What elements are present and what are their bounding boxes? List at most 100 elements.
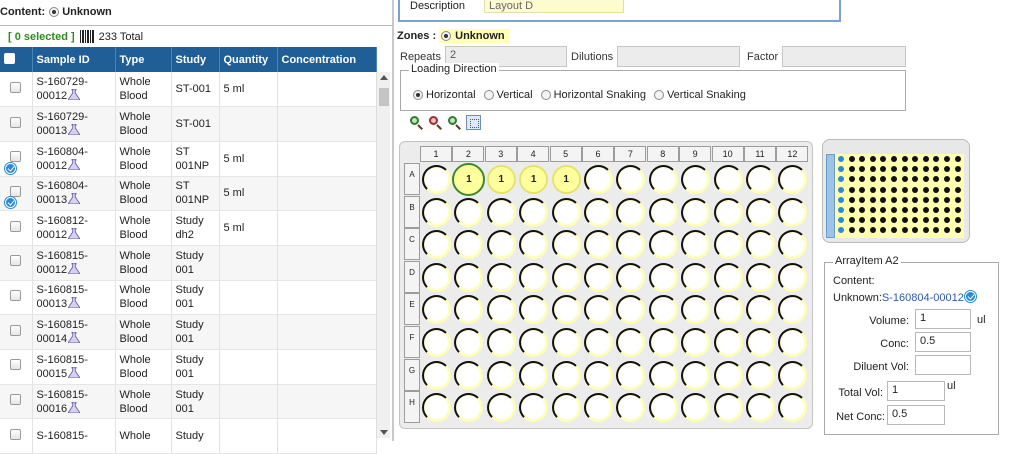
well-F4[interactable] [519,328,549,357]
well-C11[interactable] [746,230,775,260]
row-checkbox[interactable] [10,220,22,232]
well-E6[interactable] [584,295,613,325]
well-D5[interactable] [551,262,581,292]
well-B6[interactable] [584,197,613,227]
well-H10[interactable] [713,393,743,423]
row-checkbox[interactable] [10,324,22,336]
well-F2[interactable] [454,328,484,357]
well-D10[interactable] [713,262,743,292]
well-H3[interactable] [486,393,516,423]
row-select-cell[interactable] [0,418,33,454]
well-E8[interactable] [648,295,678,325]
row-select-cell[interactable] [0,141,33,177]
row-header-D[interactable]: D [404,260,420,293]
column-header-4[interactable]: 4 [517,146,550,162]
sample-id-cell[interactable]: S-160815- 00015 [32,349,116,385]
sample-id-cell[interactable]: S-160815- 00013 [32,280,116,316]
diluent-input[interactable] [915,355,971,375]
col-type[interactable]: Type [115,47,172,72]
zoom-reset-icon[interactable] [447,115,462,130]
table-row[interactable]: S-160815- 00012 Whole Blood Study 001 [0,245,377,281]
well-D9[interactable] [681,262,711,292]
row-checkbox[interactable] [10,185,22,197]
column-header-6[interactable]: 6 [582,146,614,162]
column-header-10[interactable]: 10 [711,146,744,162]
well-E12[interactable] [778,295,808,325]
column-header-9[interactable]: 9 [679,146,712,162]
well-F6[interactable] [584,328,613,357]
well-D11[interactable] [746,262,775,292]
well-C7[interactable] [616,230,646,260]
row-checkbox[interactable] [10,428,22,440]
well-G3[interactable] [486,360,516,390]
sample-id-cell[interactable]: S-160815- 00012 [32,245,116,281]
well-E9[interactable] [681,295,711,325]
table-row[interactable]: S-160815- 00016 Whole Blood Study 001 [0,384,377,420]
loading-vertical-snaking-radio[interactable] [653,90,664,100]
well-C10[interactable] [713,230,743,260]
well-F5[interactable] [551,328,581,357]
col-concentration[interactable]: Concentration [277,47,377,72]
well-A3[interactable]: 1 [486,165,516,194]
column-header-12[interactable]: 12 [776,146,809,162]
well-B10[interactable] [713,197,743,227]
well-E5[interactable] [551,295,581,325]
row-select-cell[interactable] [0,72,33,108]
select-all-checkbox[interactable] [4,52,15,64]
select-all-header[interactable] [0,47,33,72]
well-C5[interactable] [551,230,581,260]
row-header-C[interactable]: C [404,228,420,261]
column-header-3[interactable]: 3 [484,146,517,162]
well-B2[interactable] [454,197,484,227]
sample-id-cell[interactable]: S-160729- 00013 [32,106,116,142]
selected-count[interactable]: [ 0 selected ] [8,31,75,43]
well-A6[interactable] [584,165,613,194]
well-D8[interactable] [648,262,678,292]
well-C1[interactable] [422,230,451,260]
well-E7[interactable] [616,295,646,325]
row-checkbox[interactable] [10,359,22,371]
zone-unknown[interactable]: Unknown [439,29,509,43]
row-header-E[interactable]: E [404,293,420,326]
well-F8[interactable] [648,328,678,357]
plate-overview[interactable] [822,139,970,243]
conc-input[interactable]: 0.5 [915,332,971,352]
well-A9[interactable] [681,165,711,194]
row-checkbox[interactable] [10,81,22,93]
well-F10[interactable] [713,328,743,357]
row-checkbox[interactable] [10,289,22,301]
row-checkbox[interactable] [10,116,22,128]
column-header-8[interactable]: 8 [646,146,679,162]
well-D7[interactable] [616,262,646,292]
well-H11[interactable] [746,393,775,423]
well-A7[interactable] [616,165,646,194]
col-quantity[interactable]: Quantity [219,47,278,72]
net-conc-input[interactable]: 0.5 [887,405,945,425]
sample-id-cell[interactable]: S-160815- 00016 [32,384,116,420]
fit-icon[interactable] [466,115,481,130]
row-select-cell[interactable] [0,176,33,212]
row-checkbox[interactable] [10,394,22,406]
well-H12[interactable] [778,393,808,423]
well-H2[interactable] [454,393,484,423]
col-study[interactable]: Study [171,47,220,72]
column-header-7[interactable]: 7 [614,146,647,162]
row-header-H[interactable]: H [404,391,420,424]
well-B7[interactable] [616,197,646,227]
well-D2[interactable] [454,262,484,292]
well-D6[interactable] [584,262,613,292]
sample-id-cell[interactable]: S-160815- 00014 [32,314,116,350]
well-C4[interactable] [519,230,549,260]
column-header-5[interactable]: 5 [549,146,582,162]
well-D12[interactable] [778,262,808,292]
well-H6[interactable] [584,393,613,423]
well-C12[interactable] [778,230,808,260]
well-F11[interactable] [746,328,775,357]
well-C9[interactable] [681,230,711,260]
table-row[interactable]: S-160804- 00012 Whole Blood ST 001NP 5 ml [0,141,377,177]
table-scrollbar[interactable] [376,72,390,438]
loading-horizontal-radio[interactable] [413,90,423,100]
well-G12[interactable] [778,360,808,390]
well-E10[interactable] [713,295,743,325]
barcode-icon[interactable] [79,30,94,43]
